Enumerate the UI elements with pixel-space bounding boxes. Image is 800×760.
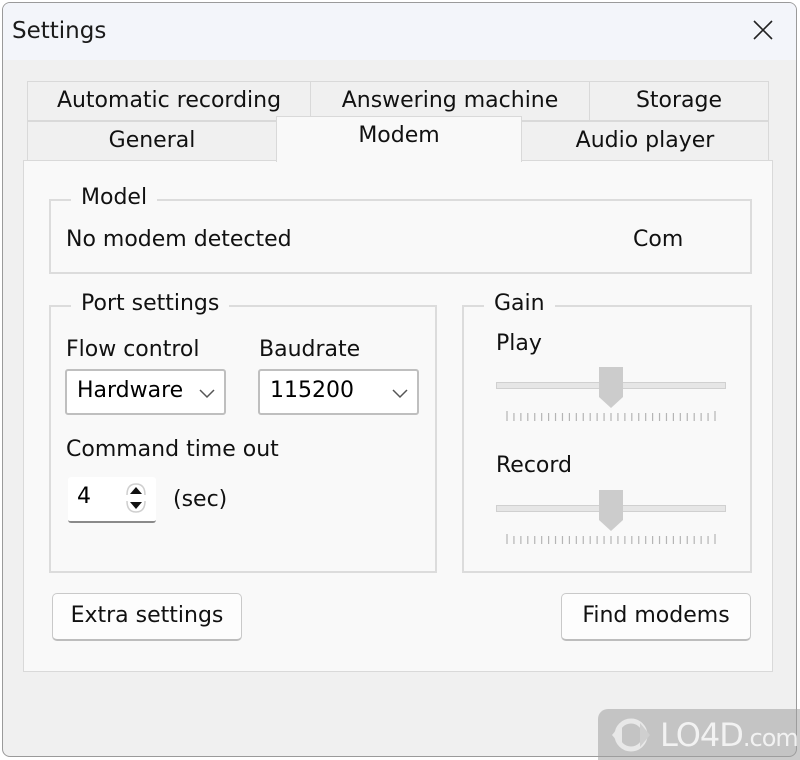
tab-label: Automatic recording (56, 88, 282, 113)
flow-control-label: Flow control (66, 337, 200, 362)
play-slider-thumb[interactable] (598, 367, 624, 409)
watermark-suffix: .com (742, 723, 799, 752)
play-slider-ticks (506, 411, 716, 421)
tab-storage[interactable]: Storage (589, 81, 769, 121)
close-icon[interactable] (752, 19, 774, 41)
record-slider-ticks (506, 534, 716, 544)
modem-tab-panel: Model No modem detected Com Port setting… (23, 160, 773, 672)
gain-legend: Gain (484, 291, 555, 316)
tab-answering-machine[interactable]: Answering machine (310, 81, 590, 121)
spin-up-icon[interactable] (124, 481, 148, 497)
flow-control-select[interactable]: Hardware (65, 369, 226, 415)
tab-label: General (108, 128, 196, 153)
tab-modem[interactable]: Modem (276, 116, 522, 162)
spin-down-icon[interactable] (124, 499, 148, 515)
command-timeout-value: 4 (77, 484, 91, 509)
baudrate-select[interactable]: 115200 (258, 369, 419, 415)
modem-status-text: No modem detected (66, 227, 292, 252)
tab-label: Answering machine (341, 88, 559, 113)
watermark-text: LO4D.com (660, 715, 799, 754)
extra-settings-button[interactable]: Extra settings (52, 593, 242, 641)
record-slider-thumb[interactable] (598, 490, 624, 532)
baudrate-label: Baudrate (259, 337, 361, 362)
baudrate-value: 115200 (270, 378, 354, 403)
flow-control-value: Hardware (77, 378, 184, 403)
tab-label: Modem (358, 123, 440, 148)
model-group: Model No modem detected Com (49, 185, 752, 274)
record-label: Record (496, 453, 573, 478)
chevron-down-icon (199, 389, 215, 399)
find-modems-button[interactable]: Find modems (561, 593, 751, 641)
watermark-brand: LO4D (660, 715, 744, 754)
command-timeout-spinner[interactable]: 4 (68, 477, 156, 523)
lo4d-logo-icon (612, 718, 650, 751)
title-bar: Settings (3, 3, 796, 60)
port-settings-legend: Port settings (71, 291, 230, 316)
model-legend: Model (71, 185, 158, 210)
chevron-down-icon (392, 389, 408, 399)
tab-automatic-recording[interactable]: Automatic recording (27, 81, 311, 121)
com-port-text: Com (633, 227, 684, 252)
gain-group: Gain Play Record (462, 291, 752, 573)
settings-window: Settings Automatic recording Answering m… (2, 2, 797, 757)
play-label: Play (496, 331, 542, 356)
tab-audio-player[interactable]: Audio player (521, 121, 769, 161)
port-settings-group: Port settings Flow control Hardware Baud… (49, 291, 437, 573)
seconds-unit-label: (sec) (173, 487, 228, 512)
command-timeout-label: Command time out (66, 437, 279, 462)
tab-general[interactable]: General (27, 121, 277, 161)
window-title: Settings (12, 18, 107, 44)
tab-label: Storage (635, 88, 723, 113)
tab-label: Audio player (575, 128, 715, 153)
lo4d-watermark: LO4D.com (598, 709, 800, 760)
